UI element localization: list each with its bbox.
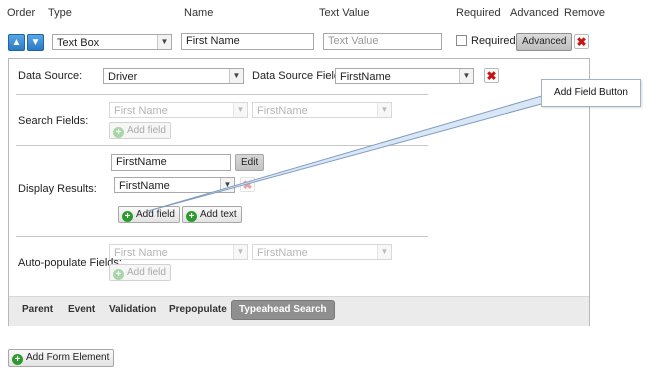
add-field-callout: Add Field Button <box>541 79 641 107</box>
callout-pointer <box>147 94 546 212</box>
